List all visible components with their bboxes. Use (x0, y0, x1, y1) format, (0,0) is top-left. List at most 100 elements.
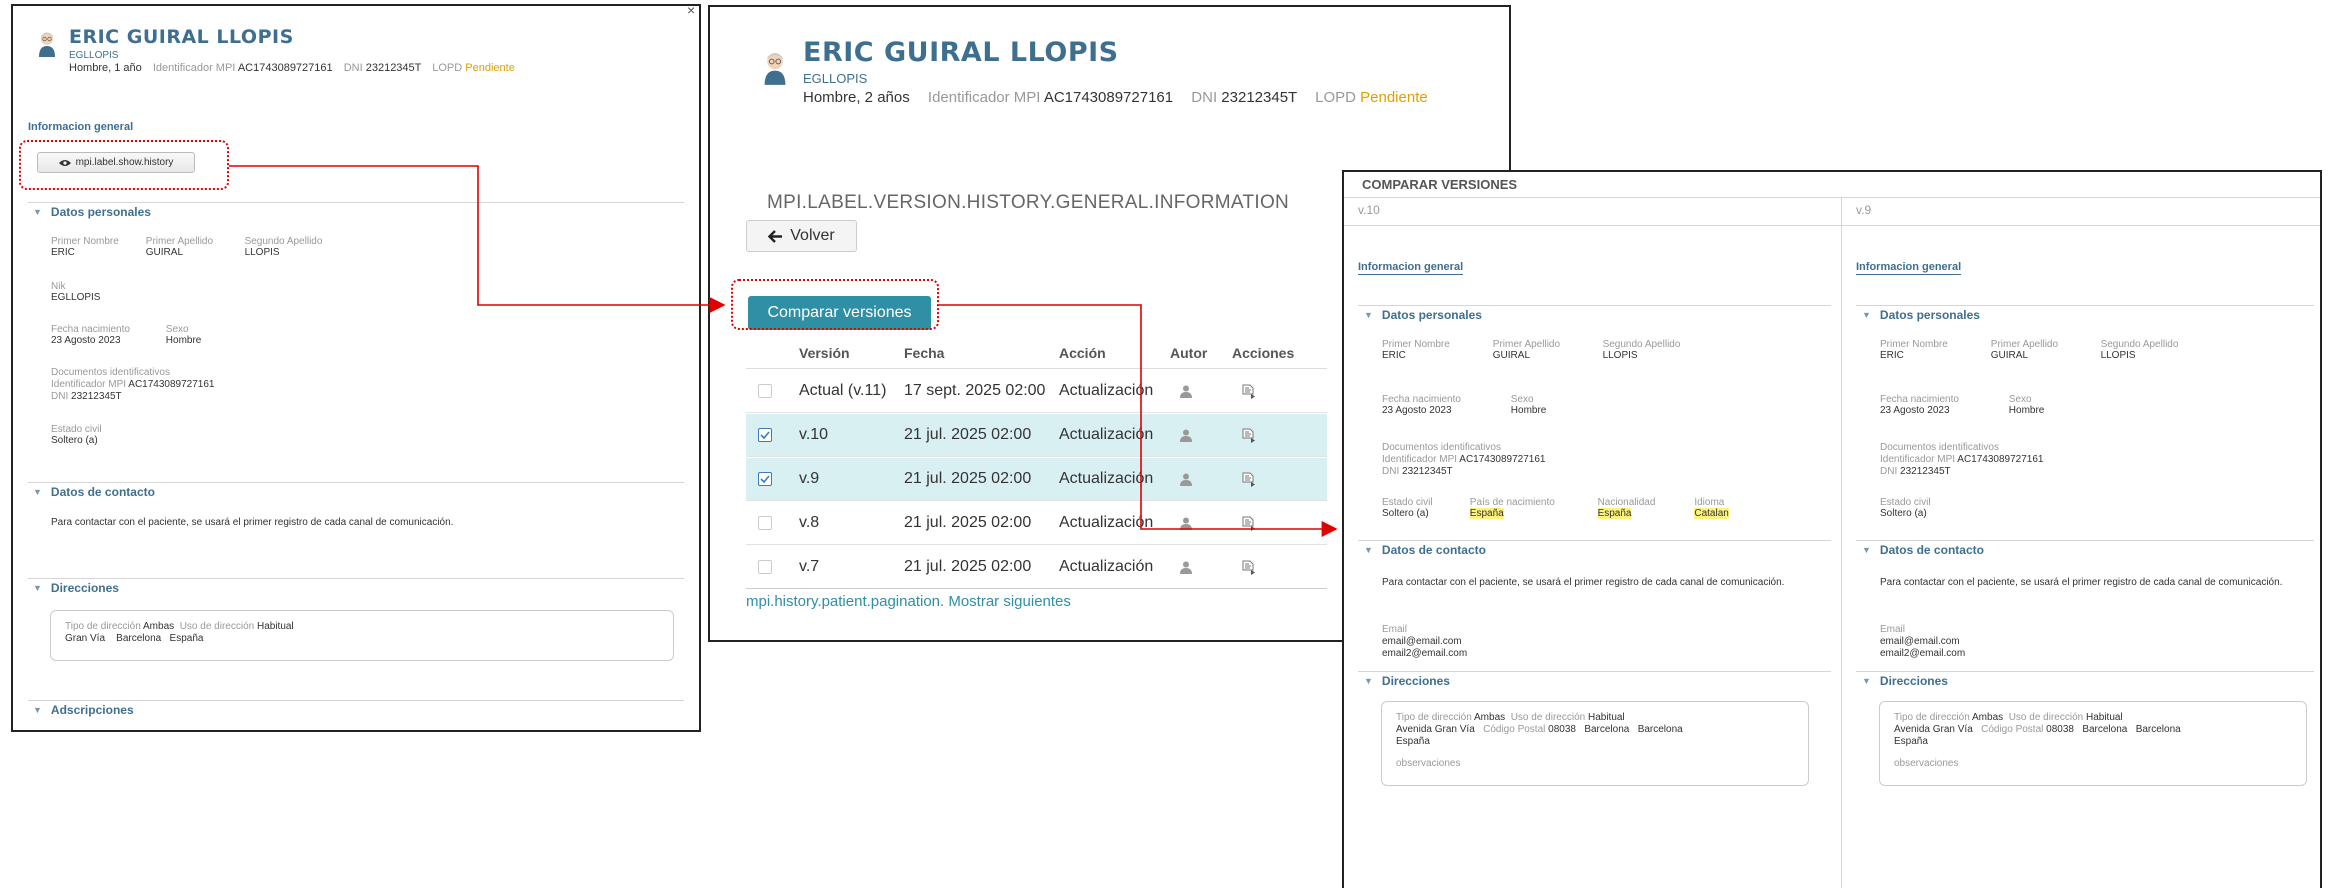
mpi-value: AC1743089727161 (237, 62, 333, 74)
sex-age: Hombre, 2 años (803, 89, 910, 106)
user-icon (1180, 561, 1192, 574)
compare-title: COMPARAR VERSIONES (1362, 177, 1518, 192)
changed-language: Catalan (1694, 508, 1729, 519)
table-row[interactable]: v.9 21 jul. 2025 02:00 Actualización (746, 458, 1327, 501)
section-contact[interactable]: ▼ Datos de contacto (1862, 543, 1984, 557)
back-label: Volver (790, 227, 835, 244)
versions-table: Versión Fecha Acción Autor Acciones Actu… (746, 337, 1327, 589)
compare-column-v9: v.9 Informacion general ▼ Datos personale… (1842, 197, 2320, 887)
address-card: Tipo de dirección Ambas Uso de dirección… (50, 610, 674, 661)
dni-label: DNI (1191, 89, 1218, 106)
row-action: Actualización (1059, 382, 1154, 399)
contact-text: Para contactar con el paciente, se usará… (1382, 577, 1785, 588)
address-card: Tipo de dirección Ambas Uso de dirección… (1879, 701, 2307, 786)
row-checkbox[interactable] (758, 384, 772, 398)
row-date: 21 jul. 2025 02:00 (904, 426, 1032, 443)
annotation-highlight-compare (731, 279, 939, 330)
document-view-icon[interactable] (1242, 428, 1256, 443)
col-version: Versión (799, 344, 850, 361)
personal-docs: Documentos identificativos Identificador… (1382, 442, 1546, 477)
personal-birth: Fecha nacimiento 23 Agosto 2023 Sexo Hombr… (1382, 394, 1547, 416)
document-view-icon[interactable] (1242, 516, 1256, 531)
history-title: MPI.LABEL.VERSION.HISTORY.GENERAL.INFORM… (767, 192, 1290, 213)
changed-birth-country: España (1469, 508, 1504, 519)
col-author: Autor (1170, 344, 1208, 361)
version-label: v.9 (1856, 203, 1872, 217)
personal-names: Primer Nombre ERIC Primer Apellido GUIRAL … (51, 236, 323, 258)
contact-emails: Email email@email.com email2@email.com (1880, 624, 1966, 659)
patient-name: ERIC GUIRAL LLOPIS (69, 26, 294, 48)
contact-text: Para contactar con el paciente, se usará… (51, 517, 454, 528)
section-addresses[interactable]: ▼ Direcciones (1862, 674, 1948, 688)
row-action: Actualización (1059, 558, 1154, 575)
section-subscriptions[interactable]: ▼ Adscripciones (33, 703, 134, 717)
pagination: mpi.history.patient.pagination. Mostrar … (746, 593, 1071, 610)
mpi-value: AC1743089727161 (1043, 89, 1174, 106)
sex-age: Hombre, 1 año (69, 62, 142, 74)
row-action: Actualización (1059, 514, 1154, 531)
section-personal[interactable]: ▼ Datos personales (1364, 308, 1482, 322)
col-actions: Acciones (1232, 344, 1295, 361)
table-row[interactable]: v.10 21 jul. 2025 02:00 Actualización (746, 414, 1327, 457)
personal-civil: Estado civil Soltero (a) (1880, 497, 1931, 519)
personal-docs: Documentos identificativos Identificador… (51, 367, 215, 402)
patient-summary: Hombre, 1 año Identificador MPI AC174308… (69, 62, 515, 74)
row-date: 17 sept. 2025 02:00 (904, 382, 1046, 399)
personal-names: Primer Nombre ERIC Primer Apellido GUIRAL … (1880, 339, 2179, 361)
row-checkbox[interactable] (758, 560, 772, 574)
section-addresses[interactable]: ▼ Direcciones (33, 581, 119, 595)
lopd-value: Pendiente (1360, 89, 1428, 106)
table-row[interactable]: v.7 21 jul. 2025 02:00 Actualización (746, 546, 1327, 589)
row-action: Actualización (1059, 470, 1154, 487)
dni-value: 23212345T (365, 62, 422, 74)
user-icon (1180, 517, 1192, 530)
avatar (37, 31, 57, 57)
col-date: Fecha (904, 344, 945, 361)
general-info-tab[interactable]: Informacion general (1856, 261, 1962, 275)
close-icon[interactable]: × (687, 6, 695, 18)
col-action: Acción (1059, 344, 1106, 361)
address-card: Tipo de dirección Ambas Uso de dirección… (1381, 701, 1809, 786)
section-personal[interactable]: ▼ Datos personales (1862, 308, 1980, 322)
back-button[interactable]: Volver (746, 220, 857, 252)
pagination-text: mpi.history.patient.pagination. (746, 593, 945, 610)
section-contact[interactable]: ▼ Datos de contacto (33, 485, 155, 499)
general-info-tab[interactable]: Informacion general (1358, 261, 1464, 275)
version-label: v.10 (1358, 203, 1380, 217)
lopd-value: Pendiente (465, 62, 515, 74)
patient-nik: EGLLOPIS (803, 71, 868, 86)
personal-birth: Fecha nacimiento 23 Agosto 2023 Sexo Hombr… (1880, 394, 2045, 416)
lopd-label: LOPD (432, 62, 463, 74)
dni-value: 23212345T (1221, 89, 1297, 106)
row-checkbox[interactable] (758, 428, 772, 442)
row-checkbox[interactable] (758, 516, 772, 530)
row-version: v.9 (799, 470, 820, 487)
changed-nationality: España (1597, 508, 1632, 519)
avatar (762, 51, 788, 85)
row-date: 21 jul. 2025 02:00 (904, 470, 1032, 487)
contact-text: Para contactar con el paciente, se usará… (1880, 577, 2283, 588)
section-personal[interactable]: ▼ Datos personales (33, 205, 151, 219)
general-info-tab[interactable]: Informacion general (28, 121, 133, 133)
compare-column-v10: v.10 Informacion general ▼ Datos personal… (1344, 197, 1841, 887)
personal-docs: Documentos identificativos Identificador… (1880, 442, 2044, 477)
user-icon (1180, 473, 1192, 486)
document-view-icon[interactable] (1242, 384, 1256, 399)
document-view-icon[interactable] (1242, 472, 1256, 487)
mpi-label: Identificador MPI (927, 89, 1041, 106)
personal-nik: Nik EGLLOPIS (51, 281, 101, 303)
row-version: v.7 (799, 558, 820, 575)
show-more-link[interactable]: Mostrar siguientes (948, 593, 1071, 610)
section-contact[interactable]: ▼ Datos de contacto (1364, 543, 1486, 557)
dni-label: DNI (343, 62, 363, 74)
lopd-label: LOPD (1315, 89, 1356, 106)
row-version: v.10 (799, 426, 829, 443)
table-row[interactable]: v.8 21 jul. 2025 02:00 Actualización (746, 502, 1327, 545)
row-version: Actual (v.11) (799, 382, 887, 399)
row-checkbox[interactable] (758, 472, 772, 486)
row-date: 21 jul. 2025 02:00 (904, 558, 1032, 575)
section-addresses[interactable]: ▼ Direcciones (1364, 674, 1450, 688)
document-view-icon[interactable] (1242, 560, 1256, 575)
row-action: Actualización (1059, 426, 1154, 443)
table-row[interactable]: Actual (v.11) 17 sept. 2025 02:00 Actual… (746, 370, 1327, 413)
